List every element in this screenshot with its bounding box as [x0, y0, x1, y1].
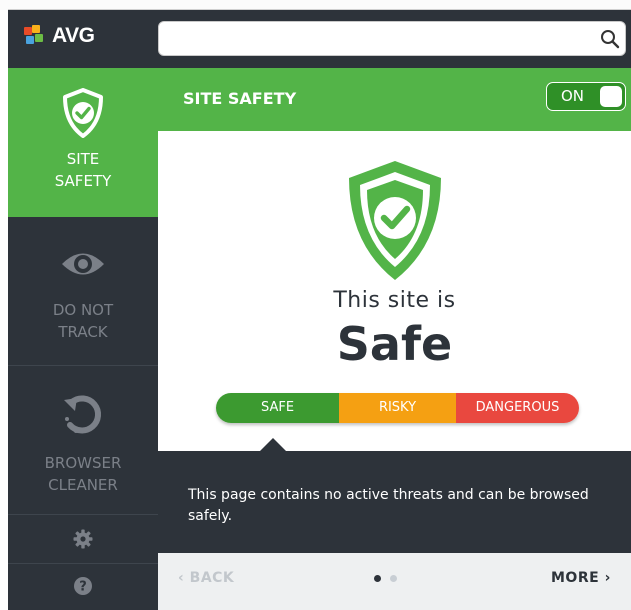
sidebar-label-line1: BROWSER [44, 454, 122, 472]
meter-dangerous: DANGEROUS [456, 393, 579, 423]
panel-footer: ‹ BACK MORE › [158, 553, 631, 610]
site-safety-panel: SITE SAFETY ON This site is Safe SAFE RI… [158, 68, 631, 610]
help-button[interactable]: ? [8, 564, 158, 610]
back-label: BACK [189, 570, 235, 586]
sidebar-item-browser-cleaner[interactable]: BROWSER CLEANER [8, 366, 158, 514]
avg-logo: AVG [24, 24, 95, 48]
page-dot[interactable] [390, 575, 397, 582]
refresh-icon [64, 395, 102, 434]
more-label: MORE [551, 570, 600, 586]
sidebar-item-do-not-track[interactable]: DO NOT TRACK [8, 217, 158, 365]
meter-safe: SAFE [216, 393, 339, 423]
panel-title: SITE SAFETY [183, 89, 297, 108]
status-value: Safe [336, 317, 453, 371]
sidebar-label-line2: CLEANER [48, 476, 118, 494]
info-pointer [260, 438, 286, 451]
info-description: This page contains no active threats and… [188, 487, 589, 524]
sidebar-label-line2: SAFETY [54, 172, 112, 190]
info-box: This page contains no active threats and… [158, 438, 631, 553]
help-icon: ? [74, 577, 92, 595]
sidebar-label-line2: TRACK [58, 323, 108, 341]
top-strip [0, 0, 631, 10]
safe-shield-icon [349, 161, 441, 280]
sidebar: SITE SAFETY DO NOT TRACK BROWSER CLEANER [8, 68, 158, 610]
settings-button[interactable] [8, 515, 158, 563]
safety-meter: SAFE RISKY DANGEROUS [216, 393, 579, 423]
toggle-knob[interactable] [600, 86, 622, 107]
pagination-dots [374, 575, 406, 582]
gear-icon [73, 529, 93, 549]
svg-text:?: ? [79, 580, 87, 595]
title-bar: AVG [8, 10, 631, 68]
chevron-right-icon: › [604, 570, 611, 586]
panel-header: SITE SAFETY ON [158, 68, 631, 131]
meter-risky: RISKY [339, 393, 456, 423]
page-dot-active[interactable] [374, 575, 381, 582]
chevron-left-icon: ‹ [178, 570, 185, 586]
brand-name: AVG [52, 24, 95, 47]
site-safety-toggle[interactable]: ON [546, 82, 626, 111]
shield-check-icon [63, 88, 103, 138]
sidebar-label-line1: SITE [66, 150, 100, 168]
search-box[interactable] [158, 21, 626, 56]
sidebar-label-line1: DO NOT [52, 301, 114, 319]
search-icon[interactable] [599, 28, 621, 50]
more-button[interactable]: MORE › [551, 570, 611, 586]
sidebar-item-site-safety[interactable]: SITE SAFETY [8, 68, 158, 217]
search-input[interactable] [167, 27, 587, 51]
back-button[interactable]: ‹ BACK [178, 570, 234, 586]
toggle-label: ON [561, 87, 585, 105]
avg-logo-icon [24, 25, 46, 47]
status-heading: This site is [333, 288, 456, 313]
eye-icon [62, 253, 104, 275]
